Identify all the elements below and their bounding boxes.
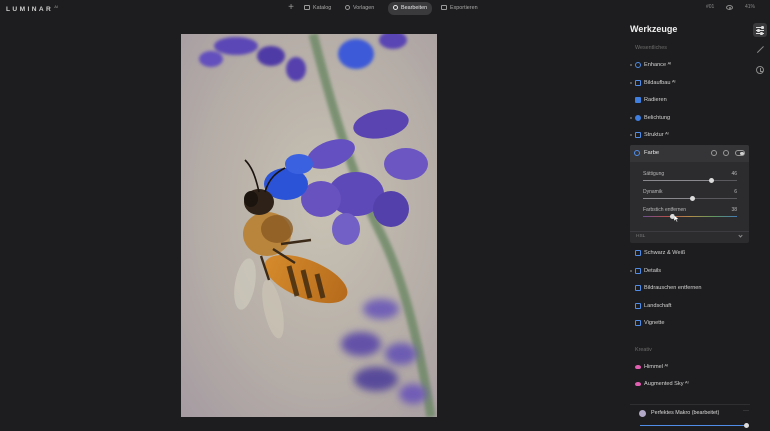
eye-icon[interactable] [726, 5, 733, 10]
preset-amount-knob[interactable] [743, 423, 749, 428]
enhance-icon [635, 62, 641, 68]
tool-landschaft[interactable]: Landschaft [630, 299, 748, 313]
collapse-dot-icon [630, 270, 632, 272]
tool-schwarz-weiss[interactable]: Schwarz & Weiß [630, 246, 748, 260]
sky-icon [635, 365, 641, 369]
reset-icon[interactable] [723, 150, 729, 156]
bw-icon [635, 250, 641, 256]
structure-icon [635, 132, 641, 138]
tool-bildrauschen[interactable]: Bildrauschen entfernen [630, 281, 748, 295]
collapse-dot-icon [630, 134, 632, 136]
sliders-icon [756, 26, 764, 35]
crop-icon [635, 80, 641, 86]
vignette-icon [635, 320, 641, 326]
augmented-sky-icon [635, 382, 641, 386]
tab-bearbeiten[interactable]: Bearbeiten [388, 2, 433, 15]
image-counter: #01 [706, 4, 715, 10]
collapse-dot-icon [630, 117, 632, 119]
tool-enhance[interactable]: Enhance ᴬᴵ [630, 58, 748, 72]
tool-augmented-sky[interactable]: Augmented Sky ᴬᴵ [630, 377, 748, 391]
edit-icon [393, 4, 398, 10]
panel-title: Werkzeuge [630, 24, 678, 34]
tool-belichtung[interactable]: Belichtung [630, 111, 748, 125]
mouse-cursor-icon [674, 215, 679, 222]
slider-farbstich[interactable]: Farbstich entfernen 38 [643, 207, 737, 221]
tool-details[interactable]: Details [630, 264, 748, 278]
history-icon [756, 66, 764, 74]
slider-saettigung[interactable]: Sättigung 46 [643, 171, 737, 185]
preset-amount-track[interactable] [640, 425, 748, 426]
details-icon [635, 268, 641, 274]
tool-himmel[interactable]: Himmel ᴬᴵ [630, 360, 748, 374]
brush-button[interactable] [753, 43, 767, 57]
eraser-icon [635, 97, 641, 103]
tool-bildaufbau[interactable]: Bildaufbau ᴬᴵ [630, 76, 748, 90]
chevron-down-icon [738, 233, 743, 238]
visibility-toggle-icon[interactable] [735, 150, 745, 156]
search-icon [345, 4, 350, 10]
tools-button[interactable] [753, 23, 767, 37]
top-bar: LUMINARAI + Katalog Vorlagen Bearbeiten … [0, 0, 770, 18]
landscape-icon [635, 303, 641, 309]
preset-thumbnail-icon [639, 410, 646, 417]
tab-exportieren[interactable]: Exportieren [436, 2, 483, 15]
zoom-level[interactable]: 41% [745, 4, 755, 10]
image-canvas[interactable] [0, 18, 622, 431]
history-button[interactable] [753, 63, 767, 77]
undo-icon[interactable] [711, 150, 717, 156]
farbe-panel: Farbe Sättigung 46 Dynamik 6 Farbstich e… [630, 145, 749, 243]
export-icon [441, 4, 447, 10]
slider-dynamik[interactable]: Dynamik 6 [643, 189, 737, 203]
tool-struktur[interactable]: Struktur ᴬᴵ [630, 128, 748, 142]
folder-icon [304, 4, 310, 10]
color-icon [634, 150, 640, 156]
slider-knob[interactable] [709, 178, 715, 183]
right-rail [750, 18, 770, 431]
tool-radieren[interactable]: Radieren [630, 93, 748, 107]
preset-name: Perfektes Makro (bearbeitet) [651, 410, 720, 416]
photo-preview[interactable] [181, 34, 437, 417]
tool-vignette[interactable]: Vignette [630, 316, 748, 330]
section-essentials: Wesentliches [635, 45, 667, 51]
farbe-header[interactable]: Farbe [630, 145, 749, 162]
add-icon[interactable]: + [285, 2, 297, 14]
section-creative: Kreativ [635, 347, 652, 353]
tab-vorlagen[interactable]: Vorlagen [340, 2, 379, 15]
slider-knob[interactable] [690, 196, 696, 201]
tab-katalog[interactable]: Katalog [299, 2, 336, 15]
collapse-dot-icon [630, 82, 632, 84]
brush-icon [756, 46, 765, 54]
hsl-section[interactable]: HSL [630, 231, 749, 241]
exposure-icon [635, 115, 641, 121]
bee-on-lavender-photo [181, 34, 437, 417]
collapse-dot-icon [630, 64, 632, 66]
app-logo: LUMINARAI [6, 4, 58, 14]
denoise-icon [635, 285, 641, 291]
preset-bar: Perfektes Makro (bearbeitet) ··· [630, 404, 750, 431]
more-icon[interactable]: ··· [743, 408, 749, 414]
